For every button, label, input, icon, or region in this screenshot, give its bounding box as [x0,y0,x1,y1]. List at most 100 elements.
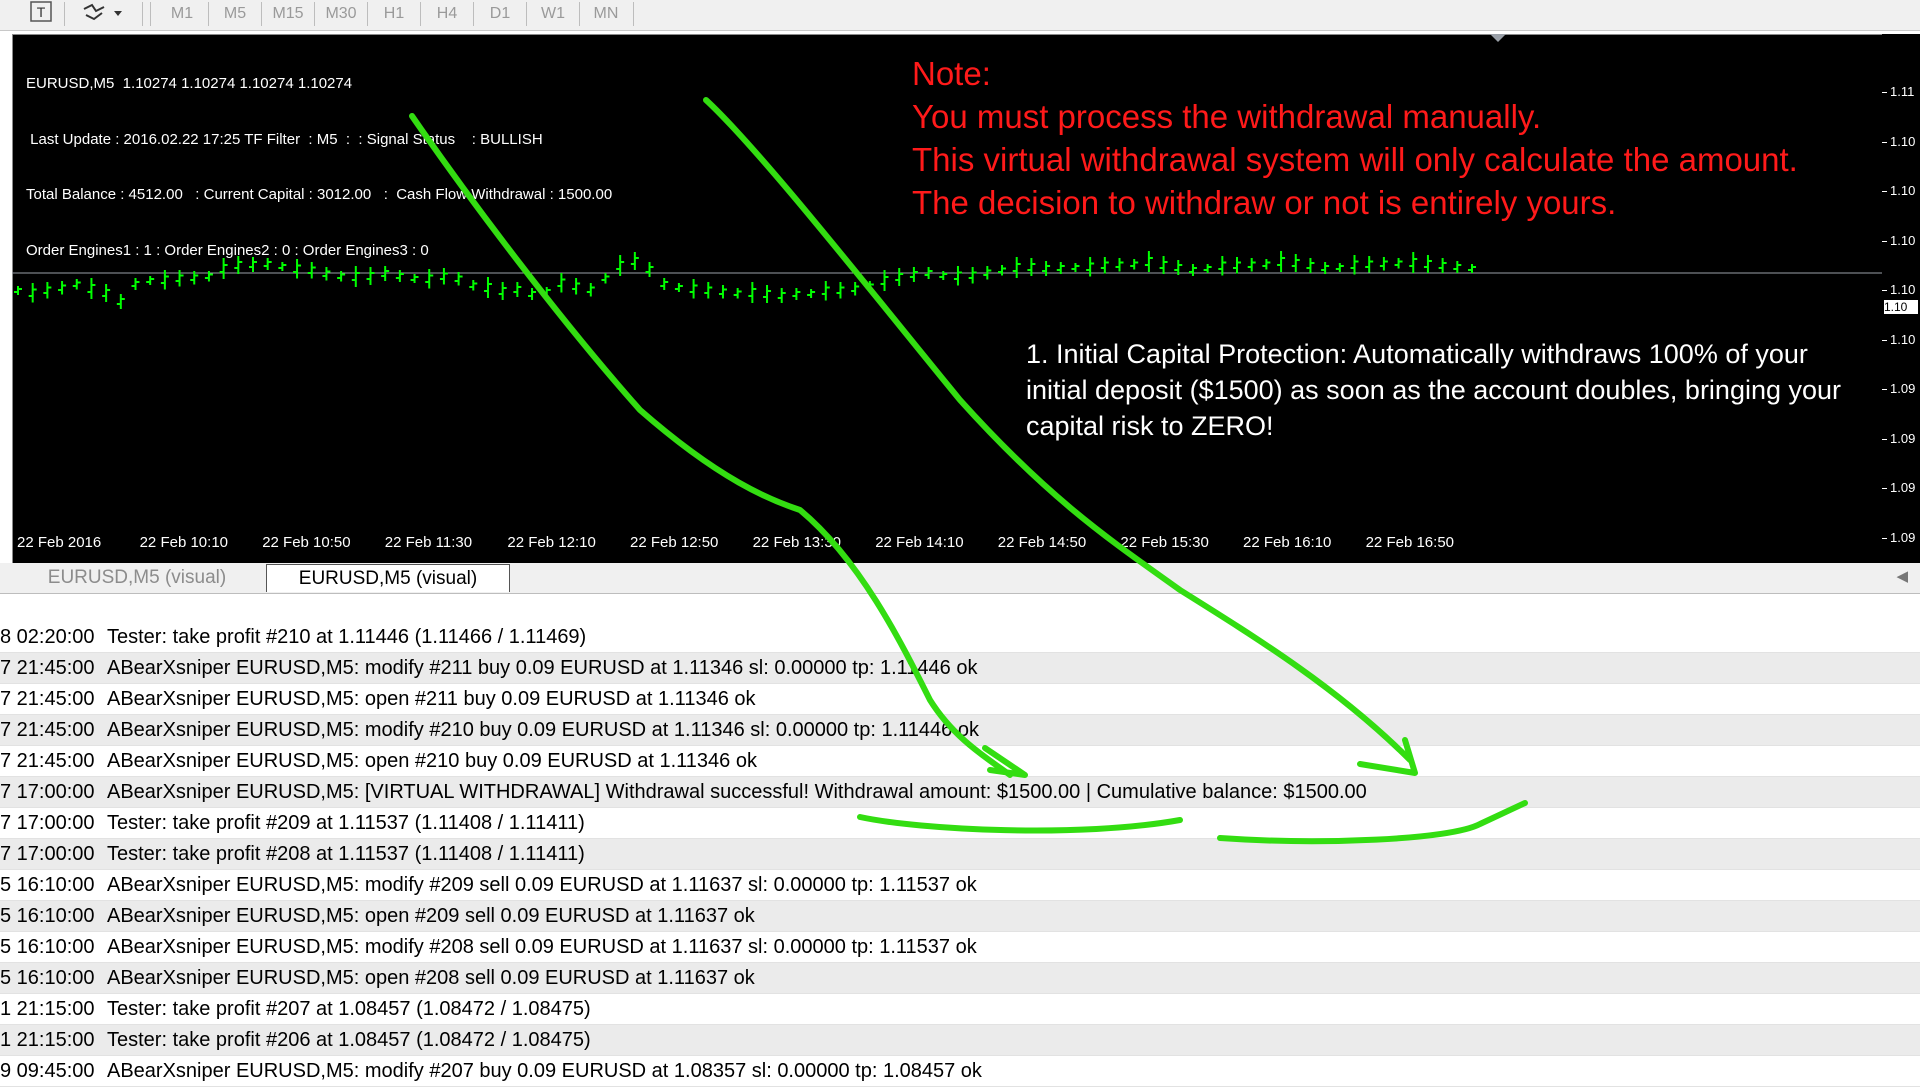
price-tick-mark [1882,290,1887,291]
log-time: 5 16:10:00 [0,967,95,989]
tab-eurusd-visual-2[interactable]: EURUSD,M5 (visual) [266,564,510,592]
price-bar [748,282,757,303]
log-message: Tester: take profit #208 at 1.11537 (1.1… [107,843,585,865]
price-bar [836,282,845,299]
price-tick-mark [1882,339,1887,341]
price-bar [1086,257,1095,277]
objects-dropdown-icon[interactable] [80,1,126,25]
price-bar [469,280,478,291]
log-time: 5 16:10:00 [0,936,95,958]
price-bar [939,271,948,280]
price-bar [1144,251,1153,272]
price-bar [630,252,639,270]
info-line-update: Last Update : 2016.02.22 17:25 TF Filter… [26,130,543,148]
note-heading: Note: [912,55,991,92]
price-bar [1042,261,1051,276]
log-row[interactable]: 7 17:00:00 ABearXsniper EURUSD,M5: [VIRTU… [0,777,1920,808]
price-bar [14,286,22,295]
price-bar [895,268,904,286]
log-time: 7 21:45:00 [0,750,95,772]
timeframe-w1-button[interactable]: W1 [527,2,579,26]
timeframe-m5-button[interactable]: M5 [209,2,261,26]
log-row[interactable]: 7 17:00:00 Tester: take profit #209 at 1.… [0,808,1920,839]
chart-shift-marker-icon [1490,34,1506,42]
price-bar [1409,252,1418,273]
price-label: 1.09 [1890,381,1916,396]
price-bar [1262,259,1271,270]
log-message: ABearXsniper EURUSD,M5: modify #211 buy … [107,657,978,679]
log-time: 7 17:00:00 [0,812,95,834]
log-row[interactable]: 5 16:10:00 ABearXsniper EURUSD,M5: open #… [0,963,1920,994]
timeframe-h4-button[interactable]: H4 [421,2,473,26]
price-bar [689,279,698,299]
time-label: 22 Feb 14:50 [997,534,1087,551]
price-bar [1291,254,1300,272]
price-bar [58,281,67,295]
log-time: 1 21:15:00 [0,1029,95,1051]
price-bar [909,267,918,282]
log-time: 7 21:45:00 [0,688,95,710]
timeframe-m1-button[interactable]: M1 [156,2,208,26]
price-bar [1423,255,1432,273]
timeframe-d1-button[interactable]: D1 [474,2,526,26]
log-message: ABearXsniper EURUSD,M5: [VIRTUAL WITHDRA… [107,781,1367,803]
log-row[interactable]: 7 21:45:00 ABearXsniper EURUSD,M5: modify… [0,653,1920,684]
info-line-balance: Total Balance : 4512.00 : Current Capita… [26,186,613,203]
log-row[interactable]: 7 21:45:00 ABearXsniper EURUSD,M5: open #… [0,684,1920,715]
price-bar [865,281,874,292]
log-time: 7 17:00:00 [0,781,95,803]
timeframe-m15-button[interactable]: M15 [262,2,314,26]
price-bar [572,278,581,295]
price-bar [807,289,816,298]
note-line-3: The decision to withdraw or not is entir… [912,184,1617,221]
text-tool-icon[interactable]: T [28,1,54,25]
info-line-engines: Order Engines1 : 1 : Order Engines2 : 0 … [26,241,429,259]
log-row[interactable]: 9 09:45:00 ABearXsniper EURUSD,M5: modify… [0,1056,1920,1087]
current-price-marker: 1.10 [1884,300,1918,314]
price-bar [1335,263,1344,272]
log-time: 5 16:10:00 [0,905,95,927]
price-label: 1.09 [1890,529,1916,545]
time-label: 22 Feb 10:10 [139,534,228,551]
log-time: 7 17:00:00 [0,843,95,865]
price-axis: 1.10 1.11 1.10 1.10 1.10 1.10 1.10 1.09 1.09 1.0… [1882,34,1920,564]
price-bar [1012,257,1021,278]
tab-scroll-left-icon[interactable]: ◀ [1896,567,1908,585]
price-bar [660,278,669,290]
tab-eurusd-visual-1[interactable]: EURUSD,M5 (visual) [12,564,262,591]
timeframe-m30-button[interactable]: M30 [315,2,367,26]
price-bar [1203,264,1212,273]
price-bar [1277,251,1286,272]
timeframe-h1-button[interactable]: H1 [368,2,420,26]
chart-info-panel: EURUSD,M5 1.10274 1.10274 1.10274 1.1027… [26,38,612,279]
log-row[interactable]: 8 02:20:00 Tester: take profit #210 at 1.… [0,622,1920,653]
price-bar [542,287,551,296]
time-label: 22 Feb 2016 [17,534,102,551]
log-row[interactable]: 7 21:45:00 ABearXsniper EURUSD,M5: modify… [0,715,1920,746]
journal-log: 8 02:20:00 Tester: take profit #210 at 1.… [0,622,1920,1087]
log-row[interactable]: 1 21:15:00 Tester: take profit #206 at 1.… [0,1025,1920,1056]
price-bar [968,267,977,284]
log-row[interactable]: 5 16:10:00 ABearXsniper EURUSD,M5: modify… [0,870,1920,901]
price-bar [1306,258,1315,273]
price-bar [1247,258,1256,272]
log-time: 5 16:10:00 [0,874,95,896]
log-row[interactable]: 7 17:00:00 Tester: take profit #208 at 1.… [0,839,1920,870]
price-bar [72,279,81,290]
price-bar [1394,258,1403,269]
price-bar [1100,257,1109,274]
price-bar [733,288,742,299]
log-message: ABearXsniper EURUSD,M5: modify #209 sell… [107,874,977,896]
price-label: 1.10 [1890,282,1916,297]
log-row[interactable]: 7 21:45:00 ABearXsniper EURUSD,M5: open #… [0,746,1920,777]
price-bar [792,288,801,300]
log-row[interactable]: 1 21:15:00 Tester: take profit #207 at 1.… [0,994,1920,1025]
time-label: 22 Feb 16:50 [1365,534,1454,551]
log-row[interactable]: 5 16:10:00 ABearXsniper EURUSD,M5: modify… [0,932,1920,963]
price-tick-mark [1882,191,1887,192]
price-label: 1.09 [1890,480,1916,495]
log-row[interactable]: 5 16:10:00 ABearXsniper EURUSD,M5: open #… [0,901,1920,932]
price-bar [87,278,96,299]
timeframe-mn-button[interactable]: MN [580,2,632,26]
price-bar [1379,257,1388,271]
